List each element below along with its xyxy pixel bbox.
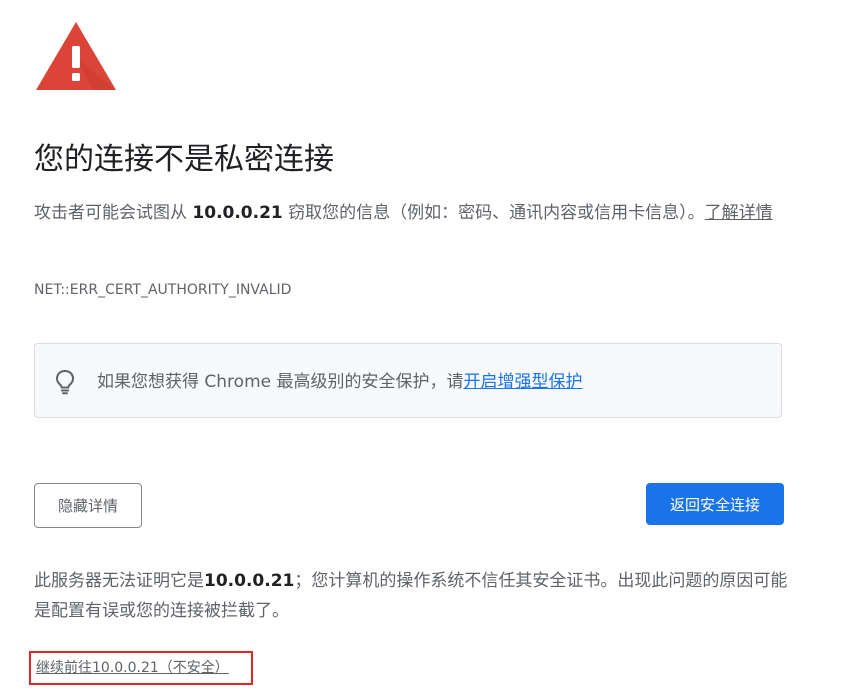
error-code: NET::ERR_CERT_AUTHORITY_INVALID — [34, 282, 292, 298]
back-to-safety-button[interactable]: 返回安全连接 — [646, 483, 784, 525]
proceed-link-highlight: 继续前往10.0.0.21（不安全） — [29, 651, 253, 685]
enhanced-protection-banner: 如果您想获得 Chrome 最高级别的安全保护，请开启增强型保护 — [34, 343, 782, 418]
description-prefix: 攻击者可能会试图从 — [34, 203, 193, 223]
description-host: 10.0.0.21 — [192, 203, 283, 223]
enable-enhanced-protection-link[interactable]: 开启增强型保护 — [464, 372, 583, 392]
page-description: 攻击者可能会试图从 10.0.0.21 窃取您的信息（例如：密码、通讯内容或信用… — [34, 198, 789, 228]
learn-more-link[interactable]: 了解详情 — [705, 203, 773, 223]
proceed-unsafe-link[interactable]: 继续前往10.0.0.21（不安全） — [36, 658, 229, 678]
details-host: 10.0.0.21 — [204, 571, 295, 591]
description-suffix: 窃取您的信息（例如：密码、通讯内容或信用卡信息）。 — [282, 203, 705, 223]
enhanced-protection-text: 如果您想获得 Chrome 最高级别的安全保护，请开启增强型保护 — [97, 368, 583, 396]
lightbulb-icon — [56, 370, 74, 395]
enhanced-protection-label: 如果您想获得 Chrome 最高级别的安全保护，请 — [97, 372, 464, 392]
hide-details-button[interactable]: 隐藏详情 — [34, 483, 142, 528]
warning-triangle-icon — [36, 22, 116, 90]
details-prefix: 此服务器无法证明它是 — [34, 571, 204, 591]
page-title: 您的连接不是私密连接 — [34, 142, 334, 177]
details-text: 此服务器无法证明它是10.0.0.21；您计算机的操作系统不信任其安全证书。出现… — [34, 566, 789, 626]
